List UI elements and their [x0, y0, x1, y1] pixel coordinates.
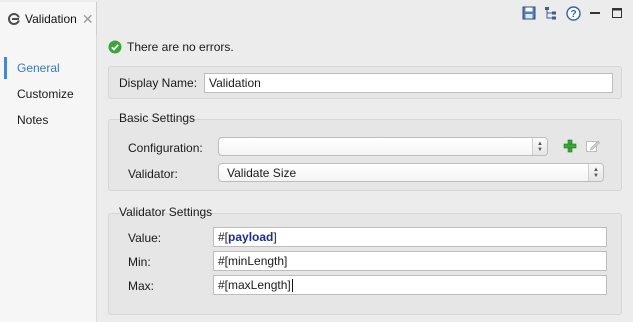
status-text: There are no errors.: [127, 40, 234, 54]
sidebar-item-notes[interactable]: Notes: [0, 109, 96, 131]
check-circle-icon: [108, 40, 122, 54]
display-name-input[interactable]: Validation: [204, 73, 613, 93]
max-label: Max:: [128, 279, 155, 293]
min-input[interactable]: #[minLength]: [213, 251, 607, 271]
text-cursor: [291, 278, 293, 292]
edit-icon[interactable]: [585, 138, 601, 154]
max-input[interactable]: #[maxLength]: [213, 275, 607, 295]
sidebar-nav: General Customize Notes: [0, 35, 97, 322]
max-value: #[maxLength]: [218, 278, 291, 292]
value-suffix: ]: [273, 230, 277, 244]
configuration-label: Configuration:: [128, 141, 203, 155]
editor-tab-strip: Validation ✕ ?: [0, 0, 633, 35]
view-toolbar: ?: [521, 5, 625, 21]
tab-validation[interactable]: Validation ✕: [0, 2, 97, 35]
display-name-group: Display Name: Validation: [108, 66, 622, 99]
properties-panel: There are no errors. Display Name: Valid…: [97, 35, 633, 322]
validator-value: Validate Size: [227, 165, 297, 180]
help-icon[interactable]: ?: [565, 5, 581, 21]
active-indicator: [4, 57, 7, 79]
minimize-icon[interactable]: [587, 5, 603, 21]
value-label: Value:: [128, 231, 162, 245]
configuration-select[interactable]: ▲ ▼: [218, 137, 548, 156]
min-label: Min:: [128, 255, 151, 269]
display-name-label: Display Name:: [119, 76, 198, 90]
value-prefix: #[: [218, 230, 229, 244]
validator-select[interactable]: Validate Size ▲ ▼: [218, 163, 604, 182]
tree-icon[interactable]: [543, 5, 559, 21]
sidebar-item-general[interactable]: General: [0, 57, 96, 79]
chevron-updown-icon: ▲ ▼: [588, 164, 603, 181]
close-icon[interactable]: ✕: [82, 12, 94, 26]
tab-title: Validation: [25, 11, 77, 26]
chevron-updown-icon: ▲ ▼: [532, 138, 547, 155]
validation-component-icon: [7, 12, 21, 26]
svg-text:?: ?: [570, 9, 576, 20]
add-icon[interactable]: [562, 138, 578, 154]
basic-settings-title: Basic Settings: [119, 111, 196, 125]
value-keyword: payload: [228, 230, 274, 244]
validator-settings-group: Validator Settings Value: #[payload] Min…: [108, 205, 622, 315]
maximize-icon[interactable]: [609, 5, 625, 21]
validator-label: Validator:: [128, 167, 178, 181]
value-input[interactable]: #[payload]: [213, 227, 607, 247]
sidebar-item-label: Customize: [17, 87, 74, 101]
sidebar-item-customize[interactable]: Customize: [0, 83, 96, 105]
save-icon[interactable]: [521, 5, 537, 21]
basic-settings-group: Basic Settings Configuration: ▲ ▼ Validat…: [108, 111, 622, 191]
validator-settings-title: Validator Settings: [119, 205, 213, 219]
status-message: There are no errors.: [108, 40, 234, 54]
sidebar-item-label: Notes: [17, 113, 49, 127]
sidebar-item-label: General: [17, 61, 60, 75]
